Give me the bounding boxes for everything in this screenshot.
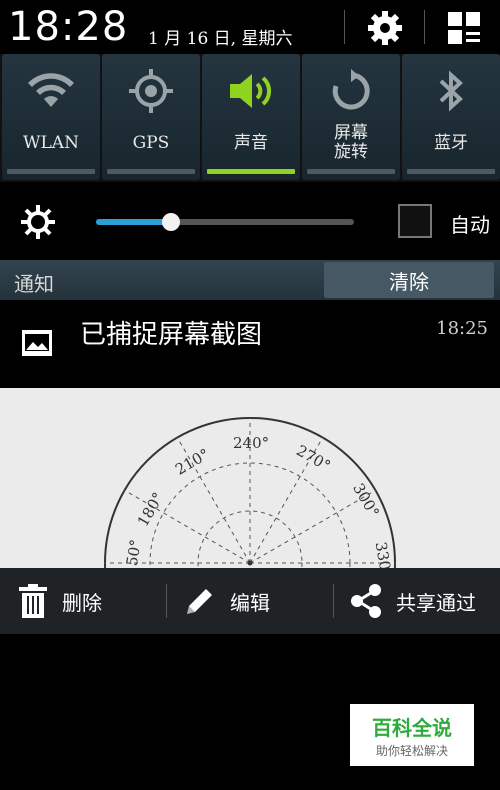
brightness-row: 自动 <box>0 182 500 260</box>
watermark-logo: 百科全说 助你轻松解决 <box>350 704 474 766</box>
preview-dial-image: 150° 180° 210° 240° 270° 300° 330° <box>104 417 396 568</box>
dial-label: 330° <box>372 540 396 568</box>
dial-label: 180° <box>134 489 168 529</box>
dial-label: 210° <box>172 445 212 479</box>
delete-button[interactable]: 删除 <box>18 568 102 634</box>
dial-label: 150° <box>121 538 145 568</box>
auto-brightness-label: 自动 <box>450 213 490 237</box>
toggle-indicator <box>207 169 295 174</box>
divider <box>344 10 345 44</box>
speaker-icon <box>230 74 271 108</box>
action-label: 删除 <box>62 590 102 615</box>
clear-button[interactable]: 清除 <box>324 262 494 298</box>
settings-button[interactable] <box>352 6 418 50</box>
edit-button[interactable]: 编辑 <box>184 568 270 634</box>
status-bar: 18:28 1 月 16 日, 星期六 <box>0 0 500 54</box>
gear-icon <box>368 11 402 45</box>
toggle-label-line: 旋转 <box>334 142 368 162</box>
dial-label: 270° <box>293 441 333 475</box>
notification-actions: 删除 编辑 共享通过 <box>0 568 500 634</box>
toggle-indicator <box>407 169 495 174</box>
trash-icon <box>19 584 47 618</box>
toggle-sound[interactable]: 声音 <box>202 54 300 180</box>
toggle-layout-button[interactable] <box>432 6 496 50</box>
toggle-label-line: 屏幕 <box>334 123 368 143</box>
screenshot-preview[interactable]: 150° 180° 210° 240° 270° 300° 330° <box>0 388 500 568</box>
notification-time: 18:25 <box>436 318 488 339</box>
grid-toggle-icon <box>448 12 480 44</box>
action-label: 编辑 <box>230 590 270 615</box>
slider-thumb[interactable] <box>161 213 180 231</box>
wifi-icon <box>28 73 74 107</box>
auto-brightness-checkbox[interactable] <box>398 204 432 238</box>
notification-header-title: 通知 <box>14 272 54 296</box>
brightness-slider[interactable] <box>96 213 354 231</box>
clock: 18:28 <box>8 4 129 50</box>
rotate-icon <box>332 69 370 110</box>
dial-label: 240° <box>233 434 269 452</box>
watermark-subtitle: 助你轻松解决 <box>375 744 448 758</box>
share-button[interactable]: 共享通过 <box>350 568 476 634</box>
toggle-gps[interactable]: GPS <box>102 54 200 180</box>
toggle-indicator <box>307 169 395 174</box>
brightness-icon <box>21 205 55 239</box>
action-label: 共享通过 <box>396 590 476 615</box>
divider <box>166 584 167 618</box>
toggle-label: 屏幕 旋转 <box>302 124 400 162</box>
toggle-label: WLAN <box>23 133 79 153</box>
notification-header: 通知 清除 <box>0 260 500 300</box>
bluetooth-icon <box>439 70 463 112</box>
toggle-indicator <box>107 169 195 174</box>
toggle-bluetooth[interactable]: 蓝牙 <box>402 54 500 180</box>
slider-fill <box>96 219 171 225</box>
notification-title: 已捕捉屏幕截图 <box>80 320 263 350</box>
toggle-label: 蓝牙 <box>434 133 468 153</box>
pencil-icon <box>187 589 212 614</box>
quick-settings-panel: WLAN GPS 声音 屏幕 旋转 蓝牙 <box>0 54 500 182</box>
notification-item[interactable]: 已捕捉屏幕截图 18:25 <box>0 300 500 388</box>
toggle-wlan[interactable]: WLAN <box>2 54 100 180</box>
divider <box>333 584 334 618</box>
toggle-label: GPS <box>132 133 170 153</box>
watermark-title: 百科全说 <box>372 716 452 740</box>
toggle-label: 声音 <box>234 133 268 153</box>
divider <box>424 10 425 44</box>
gps-icon <box>129 69 173 113</box>
image-icon <box>22 330 52 356</box>
date-label: 1 月 16 日, 星期六 <box>148 29 293 49</box>
toggle-indicator <box>7 169 95 174</box>
toggle-rotation[interactable]: 屏幕 旋转 <box>302 54 400 180</box>
dial-label: 300° <box>349 480 383 520</box>
share-icon <box>351 584 381 618</box>
